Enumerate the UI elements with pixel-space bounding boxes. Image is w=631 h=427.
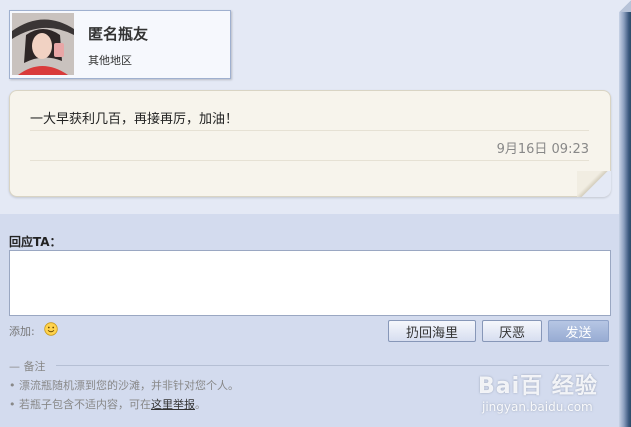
note-text: • 若瓶子包含不适内容，可在: [9, 398, 151, 411]
paper-curl: [577, 171, 611, 197]
notes-divider: [56, 365, 609, 366]
message-timestamp: 9月16日 09:23: [496, 142, 589, 157]
watermark-url: jingyan.baidu.com: [482, 400, 593, 414]
smiley-emoji-icon[interactable]: [44, 322, 58, 336]
window-edge: [619, 0, 631, 427]
divider: [30, 160, 589, 161]
sender-profile-card: 匿名瓶友 其他地区: [9, 10, 231, 79]
divider: [30, 130, 589, 131]
throw-back-button[interactable]: 扔回海里: [388, 320, 476, 342]
report-link[interactable]: 这里举报: [151, 398, 195, 411]
note-end: 。: [194, 398, 206, 411]
notes-title: — 备注: [9, 360, 46, 373]
avatar[interactable]: [12, 13, 74, 75]
sender-name: 匿名瓶友: [88, 25, 149, 43]
dislike-button[interactable]: 厌恶: [482, 320, 542, 342]
message-text: 一大早获利几百，再接再厉，加油！: [30, 112, 239, 127]
avatar-photo-icon: [12, 13, 74, 75]
send-button[interactable]: 发送: [548, 320, 609, 342]
note-item: • 漂流瓶随机漂到您的沙滩，并非针对您个人。: [9, 379, 239, 392]
message-bubble: 一大早获利几百，再接再厉，加油！ 9月16日 09:23: [9, 90, 611, 197]
sender-region: 其他地区: [88, 54, 132, 67]
watermark-logo: Bai百 经验: [478, 374, 598, 399]
note-item: • 若瓶子包含不适内容，可在这里举报。: [9, 396, 206, 412]
corner-fold: [619, 0, 631, 12]
reply-input[interactable]: [9, 250, 611, 316]
reply-label: 回应TA：: [9, 235, 62, 249]
add-emoji-label: 添加:: [9, 325, 35, 338]
